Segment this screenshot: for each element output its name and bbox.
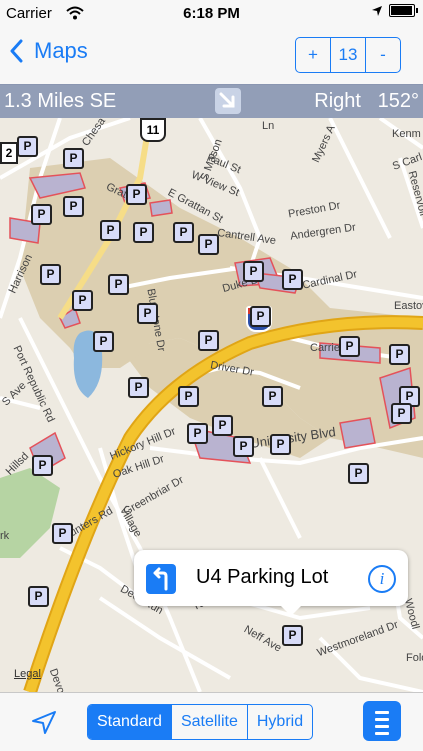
parking-marker[interactable]: P — [250, 306, 271, 327]
street-label: Kenm — [392, 128, 421, 140]
parking-marker[interactable]: P — [178, 386, 199, 407]
parking-marker[interactable]: P — [28, 586, 49, 607]
direction-info-bar: 1.3 Miles SE Right 152° — [0, 84, 423, 118]
zoom-out-button[interactable]: - — [365, 38, 400, 72]
street-label: Folo — [406, 652, 423, 664]
parking-marker[interactable]: P — [32, 455, 53, 476]
parking-marker[interactable]: P — [212, 415, 233, 436]
distance-label: 1.3 Miles SE — [4, 90, 117, 112]
parking-marker[interactable]: P — [198, 234, 219, 255]
parking-marker[interactable]: P — [100, 220, 121, 241]
legal-link[interactable]: Legal — [14, 668, 41, 680]
parking-marker[interactable]: P — [270, 434, 291, 455]
parking-marker[interactable]: P — [108, 274, 129, 295]
parking-marker[interactable]: P — [93, 331, 114, 352]
parking-marker[interactable]: P — [282, 269, 303, 290]
direction-arrow-icon — [215, 88, 241, 114]
menu-button[interactable] — [363, 701, 401, 741]
street-label: Ln — [262, 120, 275, 132]
parking-marker[interactable]: P — [187, 423, 208, 444]
parking-marker[interactable]: P — [63, 148, 84, 169]
parking-marker[interactable]: P — [389, 344, 410, 365]
status-bar: Carrier 6:18 PM — [0, 0, 423, 28]
parking-marker[interactable]: P — [243, 261, 264, 282]
parking-marker[interactable]: P — [173, 222, 194, 243]
callout-pointer — [280, 605, 302, 616]
parking-marker[interactable]: P — [133, 222, 154, 243]
parking-marker[interactable]: P — [198, 330, 219, 351]
segment-hybrid[interactable]: Hybrid — [246, 705, 312, 739]
parking-marker[interactable]: P — [31, 204, 52, 225]
parking-marker[interactable]: P — [17, 136, 38, 157]
bottom-toolbar: Standard Satellite Hybrid — [0, 692, 423, 751]
current-location-icon[interactable] — [30, 709, 58, 737]
location-arrow-icon — [372, 5, 382, 16]
route-11-shield: 11 — [140, 118, 166, 142]
street-label: rk — [0, 530, 10, 542]
parking-marker[interactable]: P — [40, 264, 61, 285]
parking-marker[interactable]: P — [391, 403, 412, 424]
callout-title: U4 Parking Lot — [196, 566, 329, 588]
info-icon[interactable]: i — [368, 565, 396, 593]
zoom-control: + 13 - — [295, 37, 401, 73]
zoom-level: 13 — [330, 38, 365, 72]
parking-marker[interactable]: P — [282, 625, 303, 646]
parking-marker[interactable]: P — [52, 523, 73, 544]
battery-icon — [389, 4, 418, 17]
street-label: Eastove — [394, 300, 423, 312]
parking-marker[interactable]: P — [339, 336, 360, 357]
clock: 6:18 PM — [183, 5, 240, 22]
segment-satellite[interactable]: Satellite — [170, 705, 247, 739]
chevron-left-icon — [10, 39, 23, 63]
parking-marker[interactable]: P — [233, 436, 254, 457]
map-type-segmented-control: Standard Satellite Hybrid — [87, 704, 314, 740]
parking-marker[interactable]: P — [348, 463, 369, 484]
parking-marker[interactable]: P — [137, 303, 158, 324]
navigation-bar: Maps + 13 - — [0, 28, 423, 85]
parking-marker[interactable]: P — [126, 184, 147, 205]
parking-marker[interactable]: P — [262, 386, 283, 407]
turn-direction-label: Right 152° — [314, 90, 419, 112]
zoom-in-button[interactable]: + — [296, 38, 330, 72]
segment-standard[interactable]: Standard — [88, 705, 171, 739]
parking-marker[interactable]: P — [63, 196, 84, 217]
turn-left-icon[interactable] — [146, 564, 176, 594]
back-label: Maps — [34, 38, 88, 63]
parking-marker[interactable]: P — [72, 290, 93, 311]
location-callout[interactable]: U4 Parking Lot i — [134, 550, 408, 616]
route-2-shield: 2 — [0, 142, 18, 164]
back-button[interactable]: Maps — [10, 38, 88, 64]
parking-marker[interactable]: P — [128, 377, 149, 398]
